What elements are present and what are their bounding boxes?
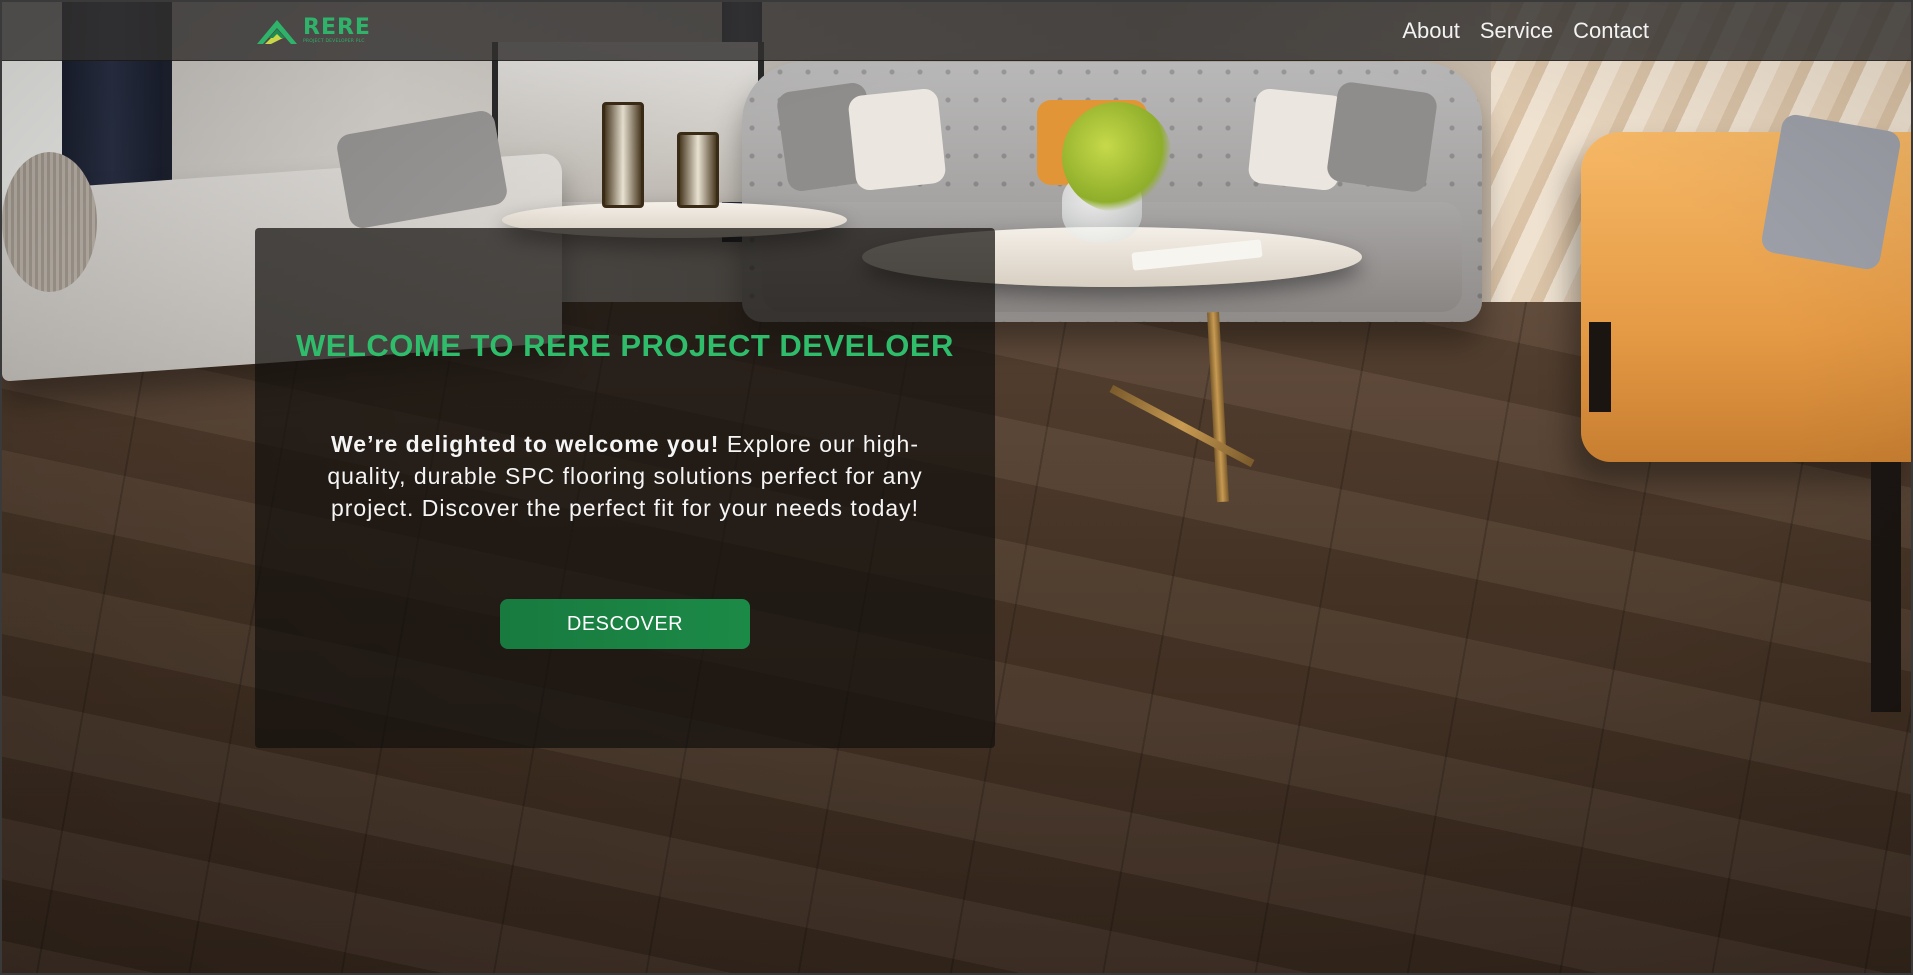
- nav-link-contact[interactable]: Contact: [1573, 18, 1649, 44]
- house-roof-logo-icon: [257, 20, 297, 44]
- brand-logo[interactable]: RERE PROJECT DEVELOPER PLC: [255, 14, 371, 48]
- hero-text-bold: We’re delighted to welcome you!: [331, 431, 720, 457]
- brand-subtitle: PROJECT DEVELOPER PLC: [303, 39, 365, 45]
- nav-links: About Service Contact: [1402, 2, 1649, 60]
- discover-button[interactable]: DESCOVER: [500, 599, 750, 649]
- nav-link-service[interactable]: Service: [1480, 18, 1553, 44]
- brand-name: RERE: [303, 15, 371, 41]
- nav-link-about[interactable]: About: [1402, 18, 1460, 44]
- page: RERE PROJECT DEVELOPER PLC About Service…: [0, 0, 1913, 975]
- brand-text: RERE PROJECT DEVELOPER PLC: [303, 17, 371, 45]
- hero-card: WELCOME TO RERE PROJECT DEVELOER We’re d…: [255, 228, 995, 748]
- hero-text: We’re delighted to welcome you! Explore …: [305, 428, 945, 524]
- hero-title: WELCOME TO RERE PROJECT DEVELOER: [296, 328, 954, 363]
- navbar: RERE PROJECT DEVELOPER PLC About Service…: [2, 2, 1911, 61]
